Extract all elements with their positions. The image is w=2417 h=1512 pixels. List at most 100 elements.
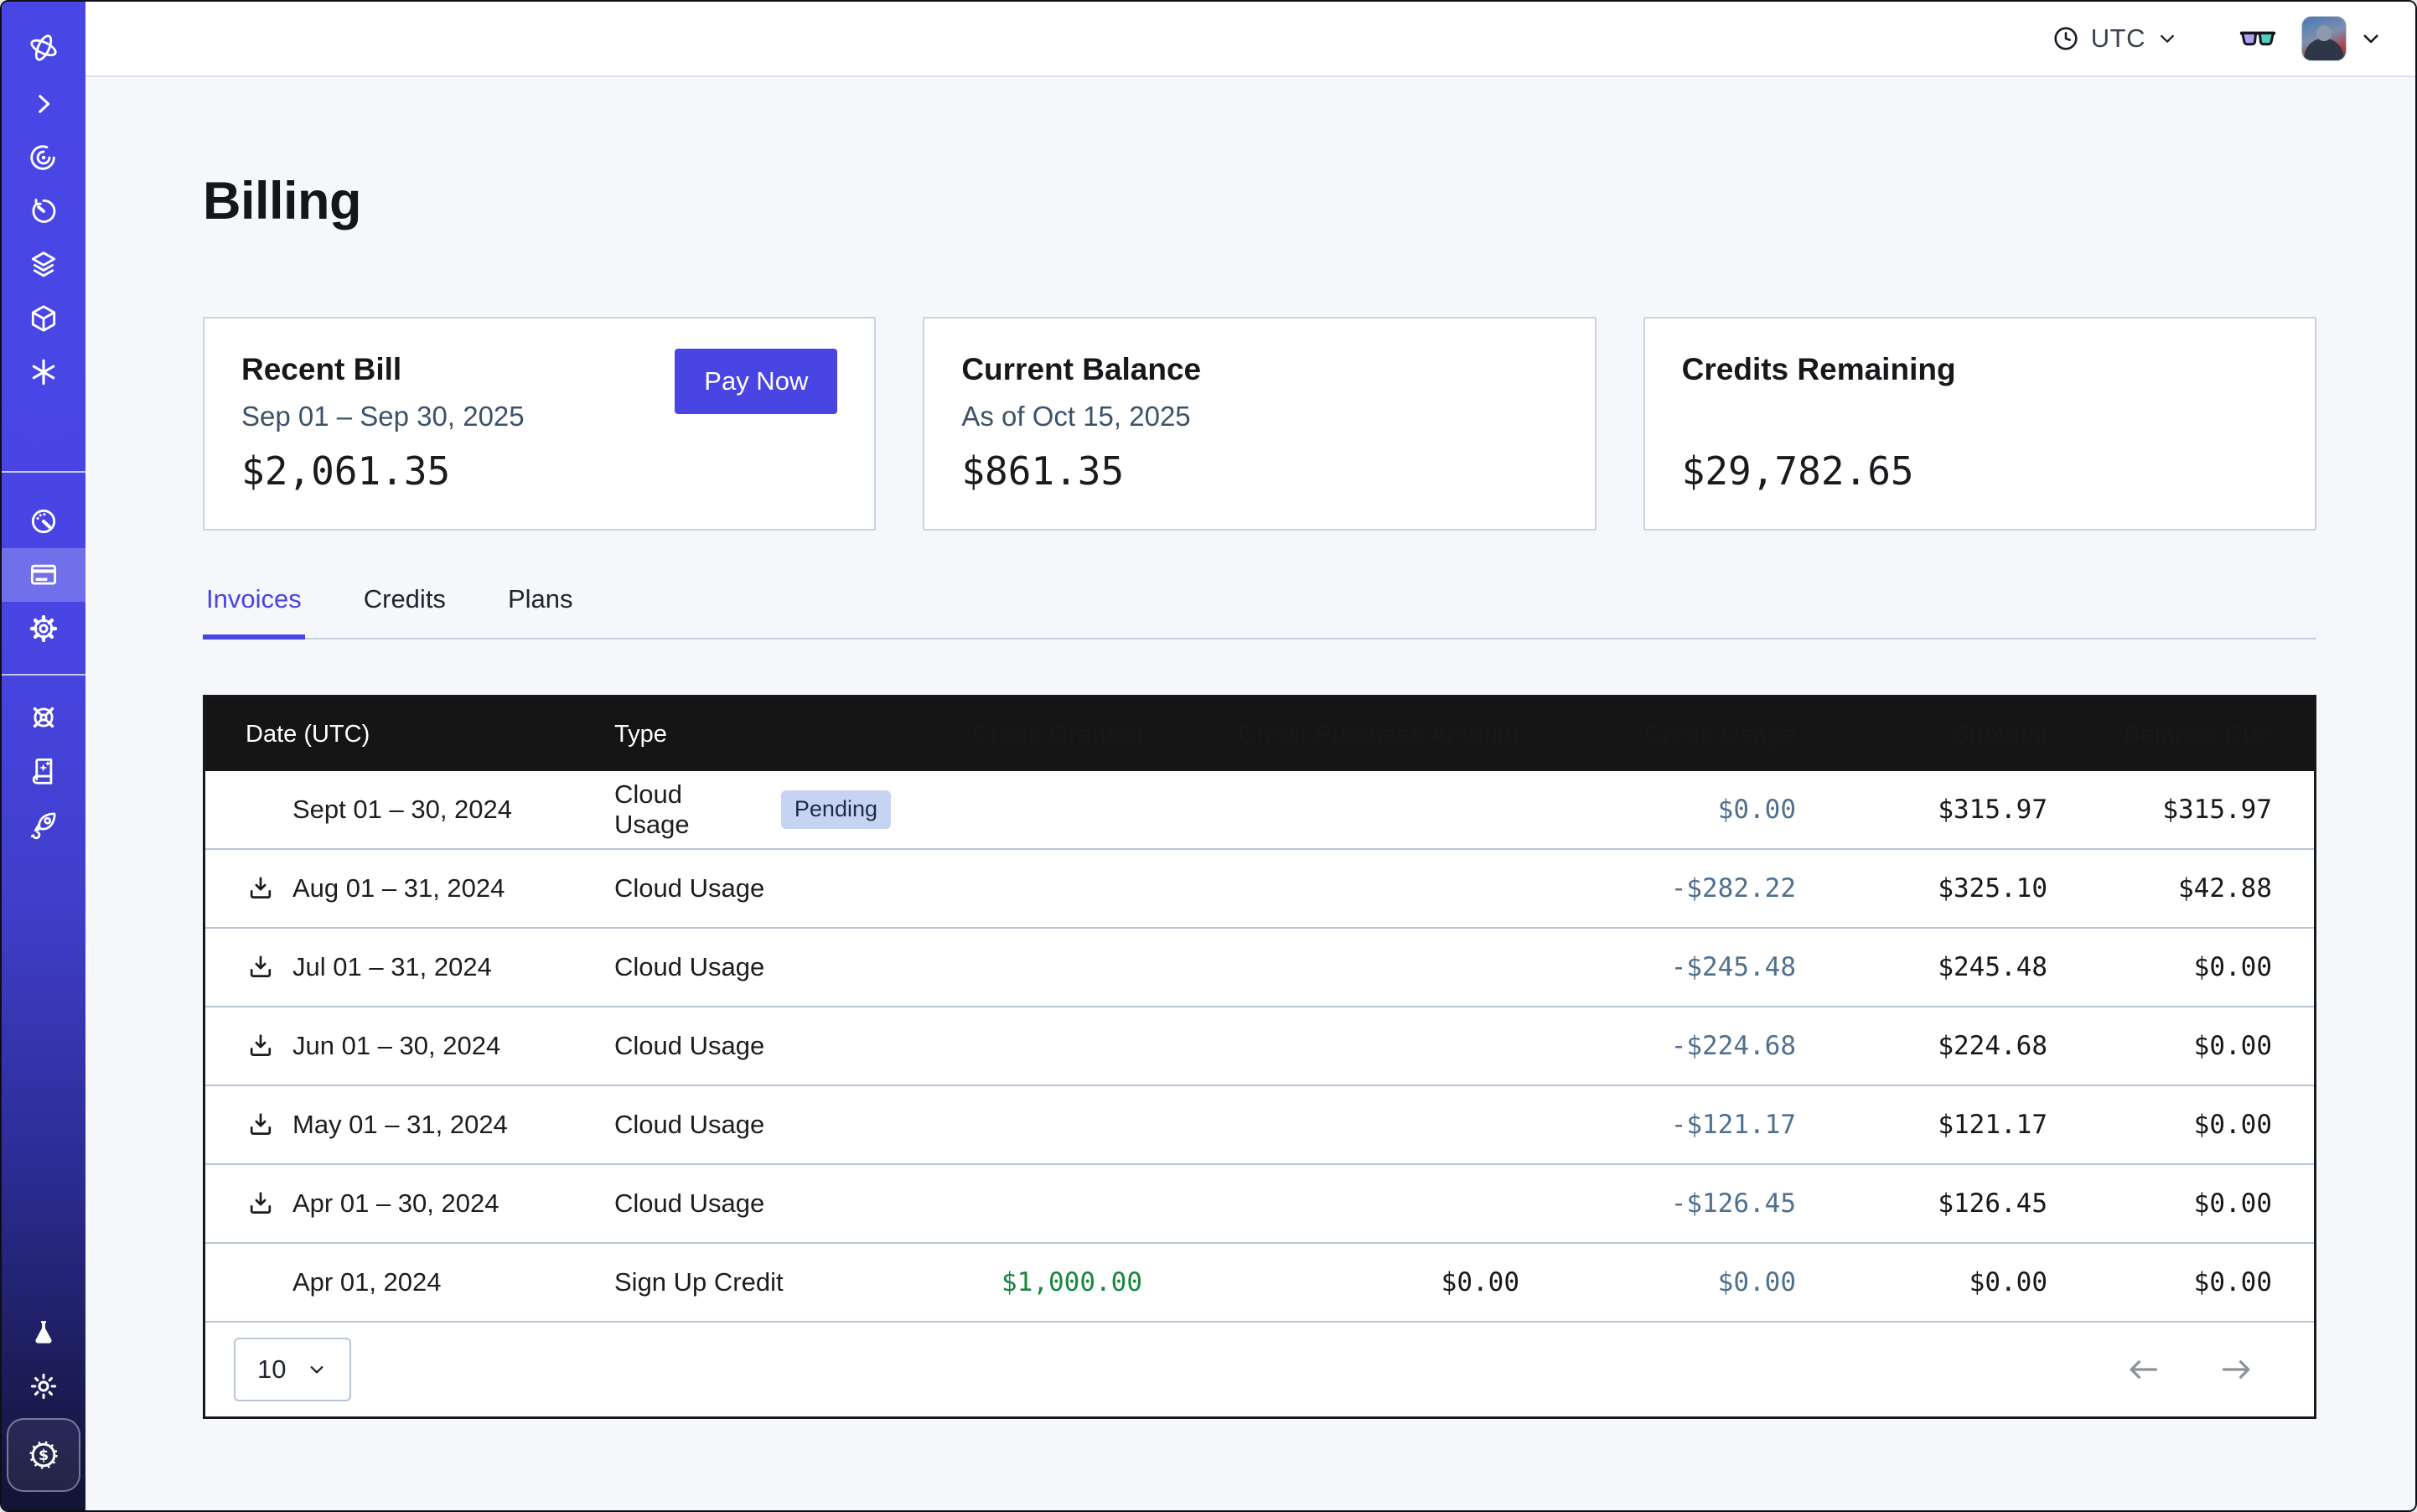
collapse-chevron-right-icon[interactable]	[2, 77, 85, 131]
balance-due-value: $0.00	[2047, 1267, 2272, 1297]
balance-due-value: $315.97	[2047, 795, 2272, 825]
invoice-type: Cloud Usage	[614, 952, 764, 982]
billing-card-icon	[28, 559, 60, 591]
balance-due-value: $0.00	[2047, 1031, 2272, 1061]
page-size-select[interactable]: 10	[234, 1338, 351, 1401]
logo-icon[interactable]	[2, 18, 85, 77]
subtotal-value: $121.17	[1796, 1110, 2047, 1140]
download-icon	[246, 1031, 276, 1061]
credits-remaining-card: Credits Remaining $29,782.65	[1643, 317, 2316, 531]
current-balance-amount: $861.35	[961, 448, 1557, 494]
invoice-date: Jun 01 – 30, 2024	[292, 1031, 500, 1061]
download-icon	[246, 873, 276, 904]
billing-dollar-badge-button[interactable]: $	[7, 1418, 80, 1492]
next-page-button[interactable]	[2218, 1351, 2255, 1388]
app-window: $ UTC	[0, 0, 2417, 1512]
invoice-date: Apr 01 – 30, 2024	[292, 1188, 499, 1219]
sidebar: $	[2, 2, 85, 1510]
invoice-type: Cloud Usage	[614, 873, 764, 904]
asterisk-icon[interactable]	[2, 345, 85, 399]
flask-labs-icon[interactable]	[2, 1306, 85, 1359]
subtotal-value: $224.68	[1796, 1031, 2047, 1061]
arrow-left-icon	[2125, 1351, 2161, 1388]
account-menu-button[interactable]	[2358, 26, 2383, 51]
dollar-badge-icon: $	[25, 1437, 62, 1473]
table-row: Apr 01 – 30, 2024 Cloud Usage -$126.45 $…	[205, 1165, 2314, 1244]
invoice-type: Cloud Usage	[614, 1110, 764, 1140]
credit-purchase-value: $0.00	[1142, 1267, 1519, 1297]
content: Billing Recent Bill Sep 01 – Sep 30, 202…	[85, 77, 2415, 1510]
col-credit-usage: Credit Usage	[1519, 719, 1796, 749]
sidebar-item-billing[interactable]	[2, 548, 85, 602]
tab-plans[interactable]: Plans	[505, 584, 577, 639]
invoice-date: Aug 01 – 31, 2024	[292, 873, 505, 904]
col-subtotal: Subtotal	[1796, 719, 2047, 749]
previous-page-button[interactable]	[2125, 1351, 2161, 1388]
invoice-date: May 01 – 31, 2024	[292, 1110, 508, 1140]
radar-namespaces-icon[interactable]	[2, 131, 85, 184]
chevron-down-icon	[2358, 26, 2383, 51]
subtotal-value: $0.00	[1796, 1267, 2047, 1297]
billing-tabs: Invoices Credits Plans	[203, 584, 2316, 639]
download-invoice-button[interactable]	[246, 952, 276, 982]
glasses-icon	[2238, 18, 2278, 59]
timezone-selector[interactable]: UTC	[2051, 23, 2179, 54]
table-row: Jun 01 – 30, 2024 Cloud Usage -$224.68 $…	[205, 1007, 2314, 1086]
pay-now-button[interactable]: Pay Now	[675, 349, 837, 414]
download-icon	[246, 1110, 276, 1140]
main-area: UTC Billing	[85, 2, 2415, 1510]
rocket-icon[interactable]	[2, 798, 85, 852]
settings-gear-icon[interactable]	[2, 602, 85, 655]
credits-remaining-amount: $29,782.65	[1682, 448, 2278, 494]
credit-usage-value: -$224.68	[1519, 1031, 1796, 1061]
download-invoice-button[interactable]	[246, 1188, 276, 1219]
tab-invoices[interactable]: Invoices	[203, 584, 305, 639]
sun-theme-icon[interactable]	[2, 1359, 85, 1413]
col-type: Type	[614, 721, 891, 748]
layers-icon[interactable]	[2, 238, 85, 292]
invoice-type: Cloud Usage	[614, 779, 763, 840]
table-row: Apr 01, 2024 Sign Up Credit $1,000.00 $0…	[205, 1244, 2314, 1323]
credit-usage-value: $0.00	[1519, 1267, 1796, 1297]
current-balance-asof: As of Oct 15, 2025	[961, 401, 1201, 432]
helm-wheel-icon[interactable]	[2, 691, 85, 744]
subtotal-value: $325.10	[1796, 873, 2047, 904]
glasses-view-toggle[interactable]	[2238, 18, 2278, 59]
download-invoice-button[interactable]	[246, 873, 276, 904]
balance-due-value: $0.00	[2047, 952, 2272, 982]
download-invoice-button[interactable]	[246, 1031, 276, 1061]
chevron-down-icon	[306, 1359, 328, 1380]
invoice-type: Cloud Usage	[614, 1188, 764, 1219]
subtotal-value: $315.97	[1796, 795, 2047, 825]
tab-credits[interactable]: Credits	[360, 584, 449, 639]
cube-deployments-icon[interactable]	[2, 292, 85, 345]
credit-usage-value: -$282.22	[1519, 873, 1796, 904]
page-size-value: 10	[257, 1354, 286, 1385]
invoice-date: Apr 01, 2024	[292, 1267, 442, 1297]
subtotal-value: $245.48	[1796, 952, 2047, 982]
current-balance-card: Current Balance As of Oct 15, 2025 $861.…	[923, 317, 1596, 531]
col-date: Date (UTC)	[246, 721, 614, 748]
credit-granted-value: $1,000.00	[891, 1267, 1142, 1297]
download-invoice-button[interactable]	[246, 1110, 276, 1140]
table-row: Sept 01 – 30, 2024 Cloud UsagePending $0…	[205, 771, 2314, 850]
col-credit-purchase: Credit Purchase Amount	[1142, 719, 1519, 749]
invoice-date: Sept 01 – 30, 2024	[292, 795, 512, 825]
svg-text:$: $	[39, 1447, 49, 1464]
recent-bill-title: Recent Bill	[241, 352, 525, 387]
history-schedules-icon[interactable]	[2, 184, 85, 238]
table-header-row: Date (UTC) Type Credit Granted Credit Pu…	[205, 697, 2314, 771]
credits-remaining-title: Credits Remaining	[1682, 352, 1956, 387]
usage-gauge-icon[interactable]	[2, 495, 85, 548]
invoices-table: Date (UTC) Type Credit Granted Credit Pu…	[203, 695, 2316, 1419]
sidebar-divider	[2, 471, 85, 473]
book-sparkle-docs-icon[interactable]	[2, 744, 85, 798]
page-title: Billing	[203, 171, 2316, 231]
credit-usage-value: -$126.45	[1519, 1188, 1796, 1219]
sidebar-divider	[2, 674, 85, 676]
timezone-label: UTC	[2091, 23, 2145, 54]
invoice-type: Cloud Usage	[614, 1031, 764, 1061]
user-avatar[interactable]	[2301, 16, 2347, 61]
credit-usage-value: -$245.48	[1519, 952, 1796, 982]
balance-due-value: $42.88	[2047, 873, 2272, 904]
